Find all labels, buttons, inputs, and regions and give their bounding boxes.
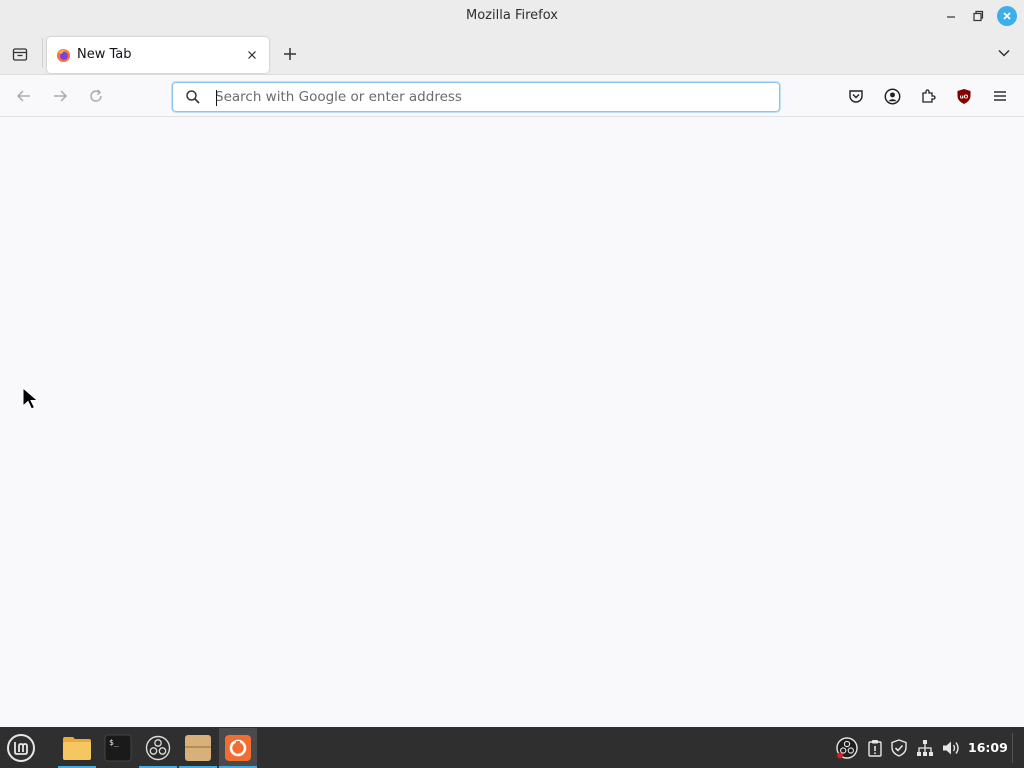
clock[interactable]: 16:09 bbox=[968, 740, 1008, 755]
page-content[interactable] bbox=[0, 117, 1024, 727]
obs-tray-icon bbox=[836, 737, 858, 759]
firefox-view-button[interactable] bbox=[8, 42, 32, 66]
address-bar[interactable] bbox=[172, 82, 780, 112]
svg-text:uO: uO bbox=[960, 94, 969, 100]
reload-icon bbox=[90, 89, 102, 102]
search-icon bbox=[186, 90, 200, 104]
extensions-button[interactable] bbox=[918, 86, 938, 106]
taskbar: $_ 16:09 bbox=[0, 727, 1024, 768]
navigation-toolbar: uO bbox=[0, 74, 1024, 117]
ublock-origin-icon: uO bbox=[957, 88, 971, 104]
window-title: Mozilla Firefox bbox=[466, 8, 558, 23]
chevron-down-icon bbox=[998, 49, 1010, 57]
ublock-origin-button[interactable]: uO bbox=[954, 86, 974, 106]
close-icon bbox=[248, 51, 256, 59]
taskbar-firefox[interactable] bbox=[219, 728, 257, 768]
tab-strip: New Tab bbox=[0, 32, 1024, 74]
tab-separator bbox=[42, 38, 43, 68]
tray-clipboard[interactable] bbox=[864, 737, 886, 759]
folder-icon bbox=[63, 737, 91, 760]
taskbar-terminal[interactable]: $_ bbox=[99, 728, 137, 768]
new-tab-button[interactable] bbox=[279, 43, 301, 65]
search-input[interactable] bbox=[215, 87, 765, 107]
taskbar-archive[interactable] bbox=[179, 728, 217, 768]
list-all-tabs-button[interactable] bbox=[994, 43, 1014, 63]
text-caret bbox=[216, 90, 217, 106]
window-titlebar[interactable]: Mozilla Firefox bbox=[0, 0, 1024, 32]
reload-button[interactable] bbox=[85, 85, 107, 107]
tray-update-manager[interactable] bbox=[888, 737, 910, 759]
firefox-view-icon bbox=[12, 48, 28, 61]
minimize-button[interactable] bbox=[941, 6, 961, 26]
forward-arrow-icon bbox=[54, 90, 67, 102]
hamburger-menu-icon bbox=[994, 91, 1006, 101]
account-button[interactable] bbox=[882, 86, 902, 106]
extensions-icon bbox=[922, 89, 936, 103]
network-icon bbox=[917, 740, 933, 756]
svg-text:$_: $_ bbox=[109, 738, 119, 747]
forward-button[interactable] bbox=[49, 85, 71, 107]
firefox-icon bbox=[225, 735, 251, 761]
tab-label: New Tab bbox=[77, 47, 132, 62]
back-button[interactable] bbox=[13, 85, 35, 107]
firefox-icon bbox=[56, 48, 71, 63]
tab-new-tab[interactable]: New Tab bbox=[47, 37, 269, 73]
tray-network[interactable] bbox=[914, 737, 936, 759]
shield-icon bbox=[891, 739, 907, 757]
close-tab-button[interactable] bbox=[244, 47, 260, 63]
mouse-pointer-icon bbox=[22, 387, 39, 410]
taskbar-obs[interactable] bbox=[139, 728, 177, 768]
archive-icon bbox=[185, 735, 211, 761]
close-icon bbox=[1003, 12, 1011, 20]
pocket-button[interactable] bbox=[846, 86, 866, 106]
back-arrow-icon bbox=[17, 90, 30, 102]
restore-icon bbox=[973, 10, 984, 22]
tray-obs[interactable] bbox=[836, 737, 858, 759]
minimize-icon bbox=[947, 16, 955, 18]
volume-icon bbox=[943, 741, 959, 755]
close-window-button[interactable] bbox=[997, 6, 1017, 26]
account-icon bbox=[884, 88, 900, 104]
maximize-button[interactable] bbox=[968, 6, 988, 26]
show-desktop-button[interactable] bbox=[1012, 733, 1018, 763]
terminal-icon: $_ bbox=[104, 734, 132, 762]
clipboard-icon bbox=[868, 740, 882, 757]
obs-icon bbox=[145, 735, 171, 761]
taskbar-files[interactable] bbox=[58, 728, 96, 768]
start-menu-button[interactable] bbox=[4, 731, 38, 765]
app-menu-button[interactable] bbox=[990, 86, 1010, 106]
pocket-icon bbox=[849, 90, 863, 103]
plus-icon bbox=[284, 48, 296, 60]
linux-mint-logo-icon bbox=[7, 734, 35, 762]
tray-volume[interactable] bbox=[940, 737, 962, 759]
